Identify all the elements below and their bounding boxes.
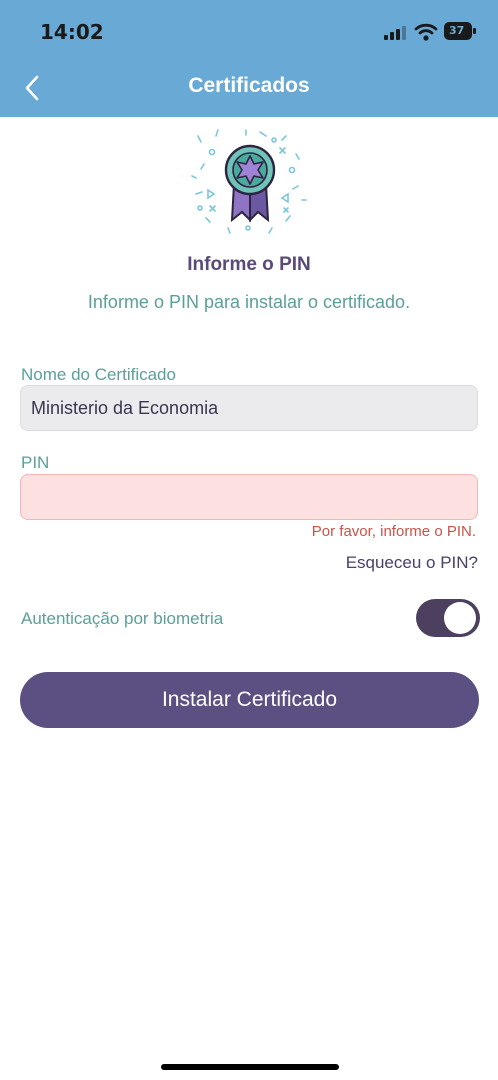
toggle-knob [444, 602, 476, 634]
page-title: Certificados [188, 74, 310, 97]
top-bar: 14:02 37 Certificados [0, 0, 498, 117]
wifi-icon [414, 23, 438, 41]
certificate-name-value: Ministerio da Economia [31, 398, 219, 418]
pin-label: PIN [21, 453, 50, 472]
status-time: 14:02 [40, 20, 104, 44]
pin-input[interactable] [20, 474, 478, 520]
biometric-label: Autenticação por biometria [21, 609, 224, 628]
battery-icon: 37 [444, 22, 472, 40]
pin-heading: Informe o PIN [187, 254, 311, 275]
biometric-toggle[interactable] [416, 599, 480, 637]
home-indicator [161, 1064, 339, 1070]
install-certificate-button[interactable]: Instalar Certificado [20, 672, 479, 728]
battery-tip [473, 28, 476, 34]
pin-subtitle: Informe o PIN para instalar o certificad… [87, 292, 411, 312]
status-icons: 37 [384, 20, 476, 44]
certificate-name-field[interactable]: Ministerio da Economia [20, 385, 478, 431]
cellular-signal-icon [384, 24, 408, 40]
pin-error-message: Por favor, informe o PIN. [311, 523, 476, 540]
certificate-name-label: Nome do Certificado [21, 365, 176, 384]
battery-level: 37 [449, 24, 465, 37]
award-ribbon-icon [191, 129, 307, 234]
forgot-pin-link[interactable]: Esqueceu o PIN? [346, 553, 478, 573]
